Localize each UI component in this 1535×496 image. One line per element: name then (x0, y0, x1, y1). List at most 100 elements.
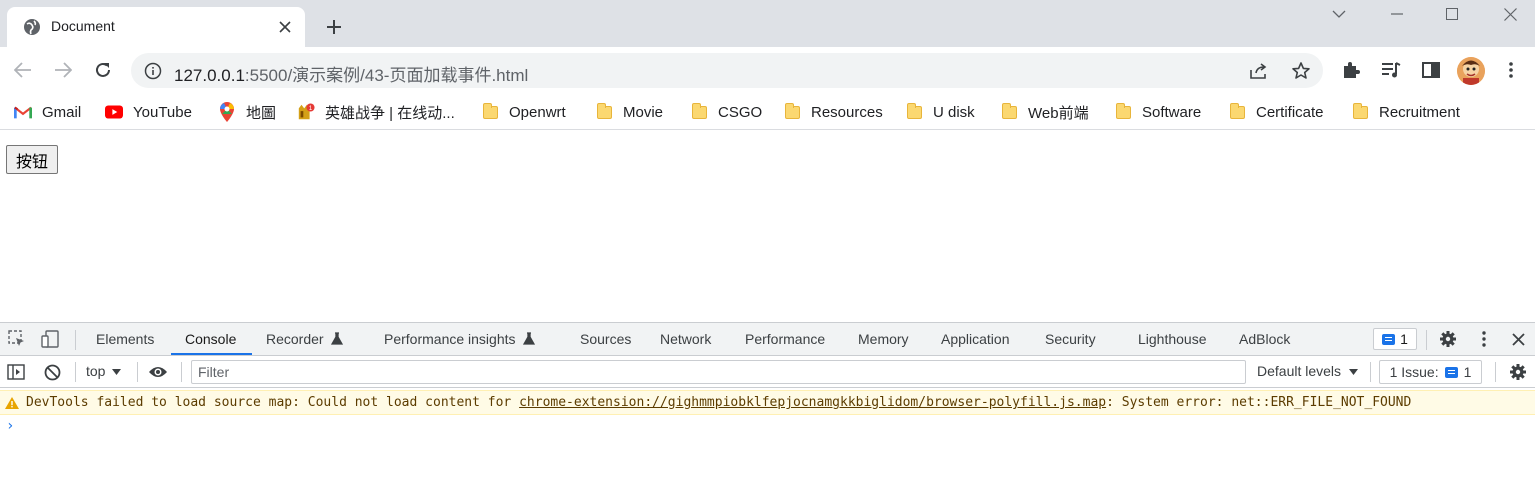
close-tab-icon[interactable] (275, 17, 295, 37)
console-filter-input[interactable] (191, 360, 1246, 384)
bookmark-game[interactable]: 1 英雄战争 | 在线动... (297, 101, 455, 123)
bookmark-folder-web[interactable]: Web前端 (1000, 101, 1089, 123)
bookmark-label: U disk (933, 103, 975, 121)
context-label: top (86, 363, 106, 379)
bookmark-folder-csgo[interactable]: CSGO (690, 101, 762, 123)
devtools-tab-recorder[interactable]: Recorder (266, 331, 344, 347)
issues-count: 1 (1463, 364, 1472, 380)
bookmark-folder-movie[interactable]: Movie (595, 101, 663, 123)
extensions-icon[interactable] (1340, 59, 1362, 81)
device-toolbar-icon[interactable] (40, 329, 60, 349)
devtools-tab-elements[interactable]: Elements (96, 331, 154, 347)
bookmark-folder-software[interactable]: Software (1114, 101, 1201, 123)
console-warning-message: DevTools failed to load source map: Coul… (0, 390, 1535, 415)
flask-icon (331, 332, 344, 345)
folder-icon (1351, 102, 1369, 121)
tab-label: Performance insights (384, 331, 516, 347)
devtools-panel: Elements Console Recorder Performance in… (0, 322, 1535, 496)
active-tab-indicator (171, 353, 252, 355)
bookmark-star-icon[interactable] (1291, 61, 1311, 81)
url-path: :5500/演示案例/43-页面加载事件.html (244, 66, 529, 85)
gmail-icon (14, 103, 32, 121)
devtools-tab-adblock[interactable]: AdBlock (1239, 331, 1290, 347)
devtools-tab-console[interactable]: Console (185, 331, 236, 347)
profile-avatar[interactable] (1457, 57, 1485, 85)
dropdown-arrow-icon (112, 369, 122, 375)
devtools-more-icon[interactable] (1474, 329, 1494, 349)
devtools-tab-application[interactable]: Application (941, 331, 1010, 347)
browser-toolbar: 127.0.0.1:5500/演示案例/43-页面加载事件.html (0, 47, 1535, 94)
clear-console-icon[interactable] (42, 362, 62, 382)
url-text[interactable]: 127.0.0.1:5500/演示案例/43-页面加载事件.html (174, 61, 528, 86)
tab-search-icon[interactable] (1327, 4, 1351, 24)
page-viewport: 按钮 (0, 131, 1535, 322)
maximize-icon[interactable] (1440, 4, 1464, 24)
globe-icon (23, 18, 41, 36)
source-map-link[interactable]: chrome-extension://gighmmpiobklfepjocnam… (519, 395, 1106, 410)
bookmark-label: Movie (623, 103, 664, 121)
live-expression-eye-icon[interactable] (148, 362, 168, 382)
reading-list-icon[interactable] (1380, 59, 1402, 81)
close-devtools-icon[interactable] (1508, 329, 1528, 349)
issue-count: 1 (1400, 331, 1408, 347)
bookmark-youtube[interactable]: YouTube (105, 101, 192, 123)
bookmark-folder-recruitment[interactable]: Recruitment (1351, 101, 1460, 123)
folder-icon (905, 102, 923, 121)
tab-title: Document (51, 18, 115, 34)
dropdown-arrow-icon (1348, 369, 1358, 375)
bookmark-label: CSGO (718, 103, 763, 121)
bookmark-label: Recruitment (1379, 103, 1460, 121)
sidebar-toggle-icon[interactable] (6, 362, 26, 382)
forward-button[interactable] (50, 57, 76, 83)
levels-label: Default levels (1257, 363, 1342, 379)
site-info-icon[interactable] (144, 62, 162, 80)
bookmark-folder-openwrt[interactable]: Openwrt (481, 101, 566, 123)
folder-icon (783, 102, 801, 121)
devtools-tab-performance-insights[interactable]: Performance insights (384, 331, 536, 347)
tab-strip: Document (0, 0, 1535, 47)
reload-button[interactable] (90, 57, 116, 83)
folder-icon (690, 102, 708, 121)
devtools-tab-lighthouse[interactable]: Lighthouse (1138, 331, 1207, 347)
bookmark-folder-resources[interactable]: Resources (783, 101, 883, 123)
devtools-tab-sources[interactable]: Sources (580, 331, 631, 347)
devtools-tab-security[interactable]: Security (1045, 331, 1096, 347)
bookmark-maps[interactable]: 地圖 (218, 101, 276, 123)
share-icon[interactable] (1249, 61, 1269, 81)
message-icon (1444, 366, 1458, 378)
issues-button[interactable]: 1 Issue: 1 (1379, 360, 1482, 384)
svg-text:1: 1 (309, 105, 313, 112)
minimize-icon[interactable] (1385, 4, 1409, 24)
console-settings-gear-icon[interactable] (1508, 362, 1528, 382)
tab-document[interactable]: Document (7, 7, 305, 47)
bookmark-label: Certificate (1256, 103, 1324, 121)
bookmark-folder-udisk[interactable]: U disk (905, 101, 975, 123)
page-button[interactable]: 按钮 (6, 145, 58, 174)
bookmark-label: Openwrt (509, 103, 566, 121)
context-selector[interactable]: top (86, 363, 122, 379)
settings-gear-icon[interactable] (1438, 329, 1458, 349)
new-tab-button[interactable] (322, 15, 346, 39)
flask-icon (523, 332, 536, 345)
address-bar[interactable]: 127.0.0.1:5500/演示案例/43-页面加载事件.html (131, 53, 1323, 88)
devtools-tab-performance[interactable]: Performance (745, 331, 825, 347)
url-host: 127.0.0.1 (174, 66, 245, 85)
bookmark-gmail[interactable]: Gmail (14, 101, 81, 123)
issues-counter-button[interactable]: 1 (1373, 328, 1417, 350)
folder-icon (595, 102, 613, 121)
bookmark-label: Gmail (42, 103, 82, 121)
bookmark-folder-certificate[interactable]: Certificate (1228, 101, 1324, 123)
issues-label: 1 Issue: (1389, 364, 1439, 380)
devtools-tabbar: Elements Console Recorder Performance in… (0, 323, 1535, 356)
side-panel-icon[interactable] (1420, 59, 1442, 81)
devtools-tab-network[interactable]: Network (660, 331, 711, 347)
devtools-tab-memory[interactable]: Memory (858, 331, 909, 347)
back-button[interactable] (10, 57, 36, 83)
tab-label: Recorder (266, 331, 324, 347)
bookmark-label: YouTube (133, 103, 192, 121)
log-levels-dropdown[interactable]: Default levels (1257, 363, 1358, 379)
console-prompt[interactable]: › (6, 418, 14, 434)
close-window-icon[interactable] (1498, 4, 1522, 24)
more-menu-icon[interactable] (1500, 59, 1522, 81)
inspect-element-icon[interactable] (7, 329, 27, 349)
